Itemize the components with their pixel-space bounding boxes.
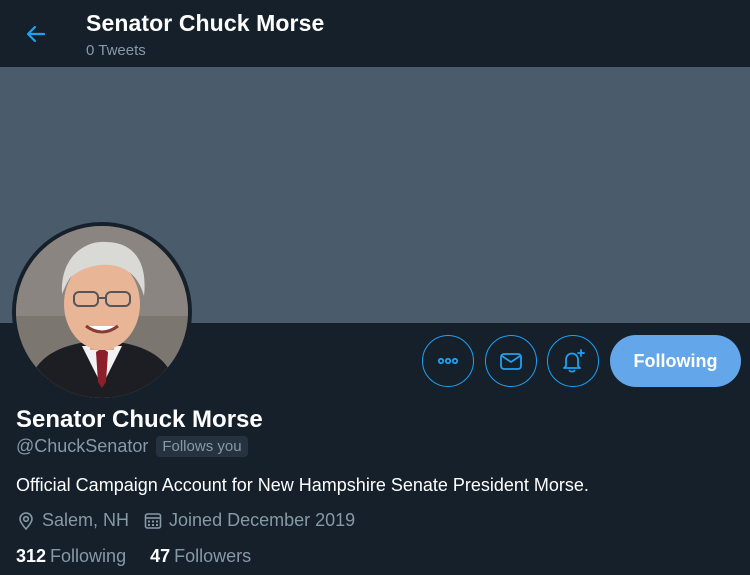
profile-actions: Following [0, 335, 750, 387]
followers-label: Followers [174, 546, 252, 566]
location-pin-icon [19, 511, 33, 530]
following-button[interactable]: Following [610, 335, 741, 387]
profile-meta: Salem, NH Joined December 2019 [16, 510, 369, 531]
handle-row: @ChuckSenator Follows you [16, 436, 248, 457]
profile-handle: @ChuckSenator [16, 436, 149, 456]
arrow-left-icon [26, 25, 46, 43]
more-horizontal-icon [437, 357, 459, 365]
more-button[interactable] [422, 335, 474, 387]
profile-bio: Official Campaign Account for New Hampsh… [16, 475, 589, 495]
location-item: Salem, NH [16, 510, 129, 531]
top-bar: Senator Chuck Morse 0 Tweets [0, 0, 750, 67]
calendar-icon [144, 512, 162, 529]
followers-count: 47 [150, 546, 171, 566]
header-title: Senator Chuck Morse [86, 10, 325, 36]
message-button[interactable] [485, 335, 537, 387]
back-button[interactable] [20, 20, 52, 48]
location-text: Salem, NH [42, 510, 130, 530]
followers-stat[interactable]: 47 Followers [150, 546, 251, 567]
following-label: Following [50, 546, 127, 566]
notifications-button[interactable] [547, 335, 599, 387]
tweet-count: 0 Tweets [86, 42, 146, 59]
follows-you-badge: Follows you [156, 436, 248, 457]
joined-text: Joined December 2019 [169, 510, 356, 530]
following-count: 312 [16, 546, 47, 566]
joined-item: Joined December 2019 [143, 510, 355, 531]
bell-plus-icon [563, 349, 585, 373]
profile-display-name: Senator Chuck Morse [16, 406, 263, 433]
follow-stats: 312 Following 47 Followers [16, 546, 275, 567]
following-stat[interactable]: 312 Following [16, 546, 126, 567]
envelope-icon [500, 353, 522, 370]
